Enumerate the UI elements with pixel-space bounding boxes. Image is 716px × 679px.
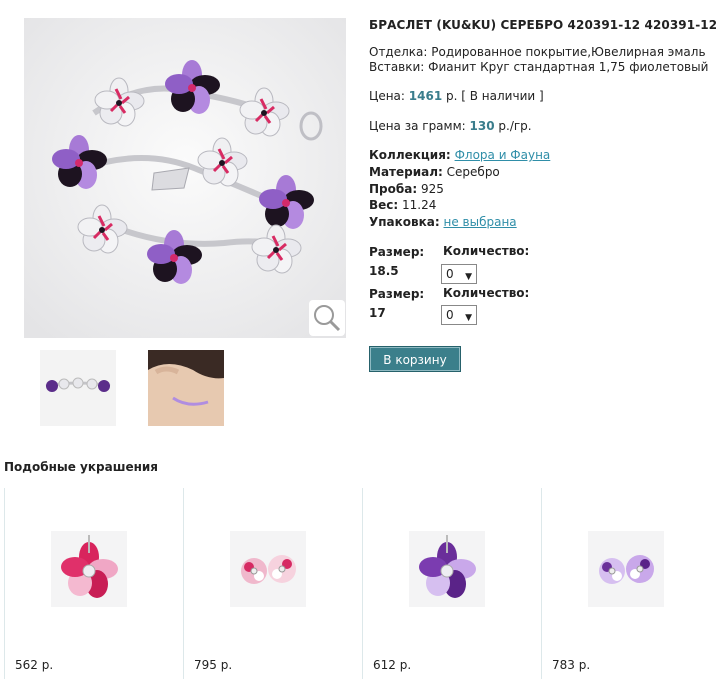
size-value: 17: [369, 306, 386, 320]
gram-label: Цена за грамм:: [369, 119, 466, 133]
quantity-value: 0: [446, 267, 454, 281]
similar-item-image[interactable]: [230, 531, 306, 607]
zoom-button[interactable]: [309, 300, 345, 336]
chevron-down-icon: ▼: [465, 313, 472, 323]
weight-label: Вес:: [369, 198, 399, 212]
probe-row: Проба: 925: [369, 181, 444, 197]
weight-row: Вес: 11.24: [369, 197, 436, 213]
material-label: Материал:: [369, 165, 443, 179]
qty-label: Количество:: [443, 244, 530, 258]
product-finish: Отделка: Родированное покрытие,Ювелирная…: [369, 45, 706, 59]
qty-label: Количество:: [443, 286, 530, 300]
similar-item-price: 795 р.: [194, 658, 233, 672]
collection-row: Коллекция: Флора и Фауна: [369, 147, 550, 163]
price-suffix: р. [ В наличии ]: [446, 89, 544, 103]
product-title: БРАСЛЕТ (KU&KU) СЕРЕБРО 420391-12 420391…: [369, 18, 716, 32]
gram-value: 130: [469, 119, 495, 133]
size-option-1: Размер: 18.5: [369, 244, 424, 279]
size-option-2: Размер: 17: [369, 286, 424, 321]
price-line: Цена: 1461 р. [ В наличии ]: [369, 89, 544, 103]
collection-label: Коллекция:: [369, 148, 451, 162]
price-label: Цена:: [369, 89, 405, 103]
probe-label: Проба:: [369, 182, 418, 196]
collection-link[interactable]: Флора и Фауна: [455, 148, 551, 162]
quantity-value: 0: [446, 308, 454, 322]
thumbnail-bracelet[interactable]: [40, 350, 116, 426]
similar-item-image[interactable]: [588, 531, 664, 607]
package-row: Упаковка: не выбрана: [369, 214, 517, 230]
quantity-select[interactable]: 0 ▼: [441, 305, 477, 325]
price-per-gram-line: Цена за грамм: 130 р./гр.: [369, 119, 532, 133]
similar-item-price: 562 р.: [15, 658, 54, 672]
package-label: Упаковка:: [369, 215, 440, 229]
similar-items-heading: Подобные украшения: [4, 460, 159, 474]
quantity-select[interactable]: 0 ▼: [441, 264, 477, 284]
similar-item-card[interactable]: 562 р.: [5, 488, 183, 679]
product-main-image[interactable]: [24, 18, 346, 338]
weight-value: 11.24: [402, 198, 437, 212]
price-value: 1461: [408, 89, 443, 103]
similar-item-card[interactable]: 795 р.: [184, 488, 362, 679]
size-label: Размер:: [369, 287, 425, 301]
size-label: Размер:: [369, 245, 425, 259]
similar-item-card[interactable]: 612 р.: [363, 488, 541, 679]
similar-item-price: 783 р.: [552, 658, 591, 672]
size-value: 18.5: [369, 264, 399, 278]
similar-item-price: 612 р.: [373, 658, 412, 672]
similar-item-image[interactable]: [51, 531, 127, 607]
material-row: Материал: Серебро: [369, 164, 500, 180]
add-to-cart-button[interactable]: В корзину: [369, 346, 461, 372]
chevron-down-icon: ▼: [465, 272, 472, 282]
product-inserts: Вставки: Фианит Круг стандартная 1,75 фи…: [369, 60, 709, 74]
package-link[interactable]: не выбрана: [444, 215, 517, 229]
thumbnail-on-hand[interactable]: [148, 350, 224, 426]
similar-item-card[interactable]: 783 р.: [542, 488, 716, 679]
magnifier-icon: [314, 305, 341, 332]
gram-suffix: р./гр.: [498, 119, 532, 133]
similar-item-image[interactable]: [409, 531, 485, 607]
material-value: Серебро: [446, 165, 500, 179]
probe-value: 925: [420, 182, 444, 196]
